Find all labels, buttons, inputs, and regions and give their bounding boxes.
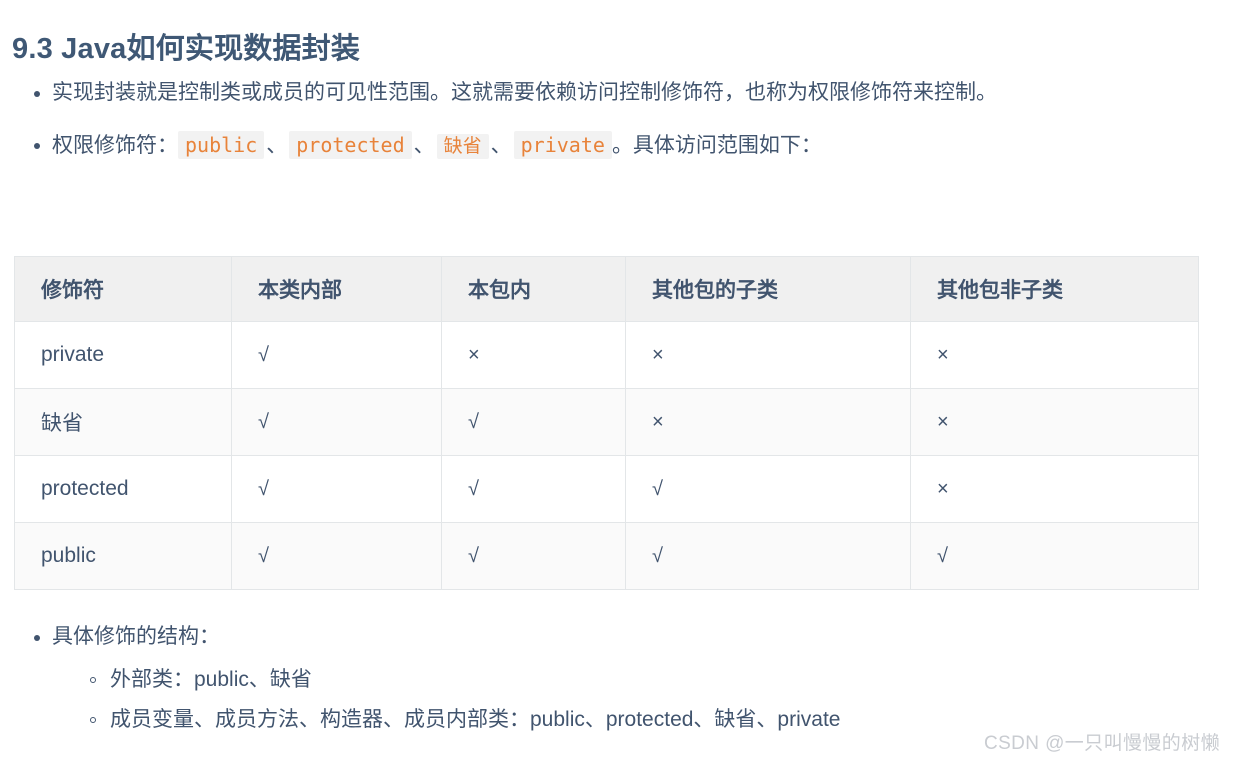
page-title: 9.3 Java如何实现数据封装	[12, 33, 361, 66]
outro-paragraph: 具体修饰的结构：	[52, 625, 220, 648]
cell-nonsubclass-other-package: ×	[910, 455, 1199, 523]
code-separator: 、	[413, 134, 435, 157]
list-item: 权限修饰符： public、 protected、缺省、 private 。具体访问范围…	[0, 128, 1234, 164]
column-header-subclass-other-package: 其他包的子类	[625, 256, 911, 322]
table-header-row: 修饰符 本类内部 本包内 其他包的子类 其他包非子类	[14, 256, 1199, 322]
column-header-nonsubclass-other-package: 其他包非子类	[910, 256, 1199, 322]
intro-paragraph-1: 实现封装就是控制类或成员的可见性范围。这就需要依赖访问控制修饰符，也称为权限修饰…	[52, 81, 997, 104]
outro-sub-item-outer-class: 外部类：public、缺省	[110, 668, 312, 691]
code-separator: 、	[266, 134, 288, 157]
cell-same-package: ×	[441, 321, 626, 389]
table-row: 缺省 √ √ × ×	[14, 388, 1199, 456]
bullet-marker-icon	[34, 128, 42, 162]
cell-modifier: 缺省	[14, 388, 232, 456]
outro-bullet-list: 具体修饰的结构：	[0, 620, 1234, 654]
table-row: public √ √ √ √	[14, 522, 1199, 590]
cell-same-class: √	[231, 522, 442, 590]
table-body: private √ × × × 缺省 √ √ × × protected √ √	[14, 321, 1199, 590]
cell-modifier: protected	[14, 455, 232, 523]
code-default: 缺省	[436, 134, 489, 159]
code-private: private	[513, 131, 612, 159]
intro-suffix: 。具体访问范围如下：	[611, 134, 822, 157]
code-public: public	[178, 131, 265, 159]
cell-modifier: private	[14, 321, 232, 389]
list-item: 具体修饰的结构：	[0, 620, 1234, 654]
cell-same-class: √	[231, 455, 442, 523]
table-row: private √ × × ×	[14, 321, 1199, 389]
bullet-marker-icon	[34, 620, 42, 654]
cell-nonsubclass-other-package: ×	[910, 321, 1199, 389]
hollow-bullet-marker-icon	[90, 700, 100, 740]
code-separator: 、	[490, 134, 512, 157]
code-protected: protected	[289, 131, 412, 159]
cell-same-package: √	[441, 388, 626, 456]
hollow-bullet-marker-icon	[90, 660, 100, 700]
permission-table: 修饰符 本类内部 本包内 其他包的子类 其他包非子类 private √ × ×…	[14, 256, 1199, 590]
list-item: 外部类：public、缺省	[66, 660, 1234, 700]
cell-modifier: public	[14, 522, 232, 590]
cell-subclass-other-package: √	[625, 455, 911, 523]
cell-subclass-other-package: ×	[625, 388, 911, 456]
table-header: 修饰符 本类内部 本包内 其他包的子类 其他包非子类	[14, 256, 1199, 322]
cell-nonsubclass-other-package: √	[910, 522, 1199, 590]
outro-sub-item-members: 成员变量、成员方法、构造器、成员内部类：public、protected、缺省、…	[110, 708, 841, 731]
cell-same-class: √	[231, 321, 442, 389]
cell-nonsubclass-other-package: ×	[910, 388, 1199, 456]
cell-subclass-other-package: √	[625, 522, 911, 590]
bullet-marker-icon	[34, 76, 42, 110]
column-header-same-package: 本包内	[441, 256, 626, 322]
permission-table-wrapper: 修饰符 本类内部 本包内 其他包的子类 其他包非子类 private √ × ×…	[14, 256, 1199, 590]
cell-subclass-other-package: ×	[625, 321, 911, 389]
intro-bullet-list: 实现封装就是控制类或成员的可见性范围。这就需要依赖访问控制修饰符，也称为权限修饰…	[0, 76, 1234, 164]
intro-paragraph-2: 权限修饰符： public、 protected、缺省、 private 。具体访问范围…	[52, 131, 822, 159]
list-item: 实现封装就是控制类或成员的可见性范围。这就需要依赖访问控制修饰符，也称为权限修饰…	[0, 76, 1234, 110]
cell-same-class: √	[231, 388, 442, 456]
modifier-label: 权限修饰符：	[52, 134, 178, 157]
table-row: protected √ √ √ ×	[14, 455, 1199, 523]
outro-section: 具体修饰的结构： 外部类：public、缺省 成员变量、成员方法、构造器、成员内…	[0, 620, 1234, 740]
column-header-same-class: 本类内部	[231, 256, 442, 322]
intro-section: 实现封装就是控制类或成员的可见性范围。这就需要依赖访问控制修饰符，也称为权限修饰…	[0, 76, 1234, 164]
column-header-modifier: 修饰符	[14, 256, 232, 322]
csdn-watermark: CSDN @一只叫慢慢的树懒	[983, 733, 1220, 754]
cell-same-package: √	[441, 455, 626, 523]
document-page: 9.3 Java如何实现数据封装 实现封装就是控制类或成员的可见性范围。这就需要…	[0, 0, 1234, 763]
cell-same-package: √	[441, 522, 626, 590]
